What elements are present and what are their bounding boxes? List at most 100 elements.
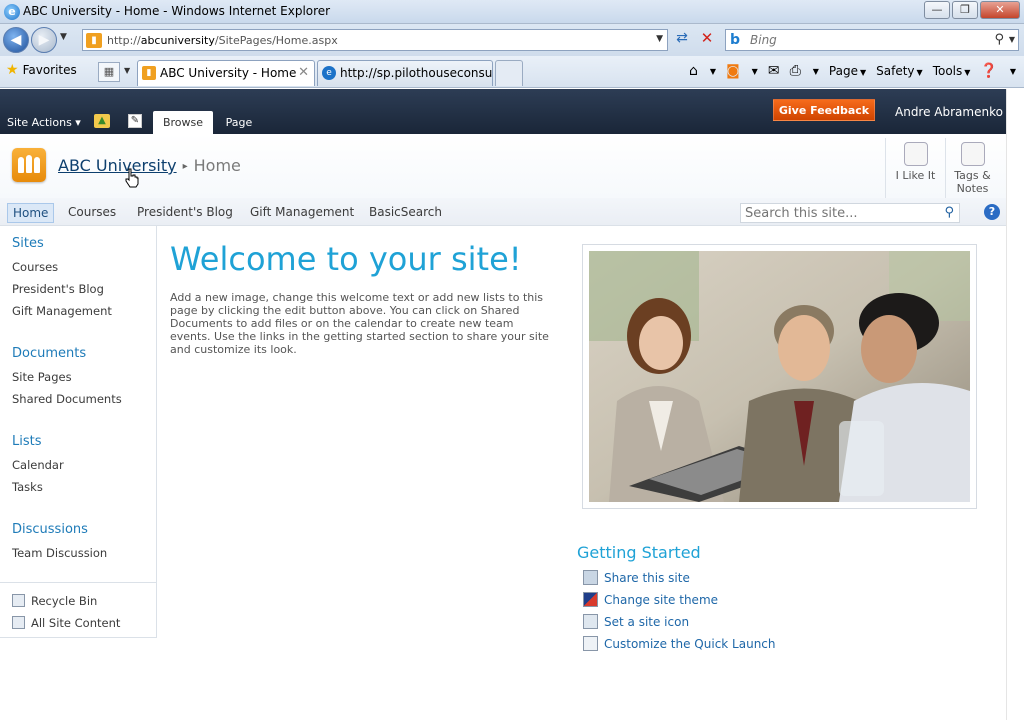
help-icon[interactable]: ? [984,204,1000,220]
ql-recycle-bin[interactable]: Recycle Bin [12,594,97,608]
sharepoint-ribbon: Site Actions ▾ ▲ ✎ Browse Page Give Feed… [0,89,1024,134]
edit-page-icon[interactable]: ✎ [128,114,142,128]
ql-heading-discussions[interactable]: Discussions [12,522,88,537]
ql-item-shared-documents[interactable]: Shared Documents [12,392,122,406]
gs-set-site-icon[interactable]: Set a site icon [583,614,689,629]
feeds-dropdown-icon[interactable]: ▼ [752,67,758,76]
tab-pilothouse[interactable]: e http://sp.pilothouseconsul... [317,60,493,86]
window-titlebar: e ABC University - Home - Windows Intern… [0,0,1024,24]
forward-button[interactable]: ▶ [31,27,57,53]
compatibility-view-icon[interactable]: ⇄ [672,30,692,50]
ql-item-site-pages[interactable]: Site Pages [12,370,72,384]
ql-item-team-discussion[interactable]: Team Discussion [12,546,107,560]
ql-item-calendar[interactable]: Calendar [12,458,64,472]
search-options-dropdown-icon[interactable]: ▼ [1009,35,1015,44]
ql-all-site-content[interactable]: All Site Content [12,616,120,630]
ql-item-courses[interactable]: Courses [12,260,58,274]
window-title: ABC University - Home - Windows Internet… [23,4,331,18]
site-theme-icon [583,592,598,607]
web-search-input[interactable] [750,33,980,47]
safety-menu[interactable]: Safety ▼ [876,64,923,78]
share-site-icon [583,570,598,585]
star-icon: ★ [6,62,19,78]
address-bar[interactable]: ▮ http://abcuniversity/SitePages/Home.as… [82,29,668,51]
ql-item-gift-management[interactable]: Gift Management [12,304,112,318]
web-search-box[interactable]: b ⚲ ▼ [725,29,1019,51]
ql-divider [0,582,157,583]
feeds-icon[interactable]: ◙ [726,63,740,79]
address-dropdown-icon[interactable]: ▼ [656,34,663,44]
ql-item-presidents-blog[interactable]: President's Blog [12,282,104,296]
i-like-it-button[interactable]: I Like It [885,138,945,198]
ql-heading-sites[interactable]: Sites [12,236,44,251]
stop-icon[interactable]: ✕ [697,29,717,49]
print-dropdown-icon[interactable]: ▼ [813,67,819,76]
ql-heading-documents[interactable]: Documents [12,346,86,361]
help-dropdown-icon[interactable]: ▼ [1010,67,1016,76]
home-dropdown-icon[interactable]: ▼ [710,67,716,76]
site-search-box[interactable]: ⚲ [740,203,960,223]
new-tab-button[interactable] [495,60,523,86]
tags-notes-icon [960,142,985,166]
ql-item-tasks[interactable]: Tasks [12,480,43,494]
tab-abc-university-home[interactable]: ▮ ABC University - Home ✕ [137,60,315,86]
welcome-image [582,244,977,509]
back-button[interactable]: ◀ [3,27,29,53]
page-scrollbar[interactable] [1006,89,1024,720]
topnav-presidents-blog[interactable]: President's Blog [132,203,238,223]
quick-tabs-icon[interactable]: ▦ [98,62,120,82]
address-toolbar: ◀ ▶ ▼ ▮ http://abcuniversity/SitePages/H… [0,24,1024,56]
page-menu[interactable]: Page ▼ [829,64,866,78]
tab-page[interactable]: Page [220,111,258,134]
tag-like-icon [903,142,928,166]
page-title: Home [193,156,241,175]
user-menu[interactable]: Andre Abramenko ▾ [895,105,1013,119]
command-bar: ⌂ ▼ ◙ ▼ ✉ ⎙ ▼ Page ▼ Safety ▼ Tools ▼ ❓ ▼ [689,63,1016,79]
gs-share-site[interactable]: Share this site [583,570,690,585]
site-search-input[interactable] [745,206,935,221]
team-photo-image [589,251,970,502]
bing-logo-icon: b [730,32,741,48]
tab-browse[interactable]: Browse [153,111,213,134]
tags-notes-button[interactable]: Tags & Notes [945,138,999,198]
url-text[interactable]: http://abcuniversity/SitePages/Home.aspx [107,34,338,47]
site-favicon-icon: ▮ [86,33,102,48]
print-icon[interactable]: ⎙ [790,63,801,79]
ql-heading-lists[interactable]: Lists [12,434,42,449]
minimize-button[interactable]: — [924,1,950,19]
breadcrumb-site-link[interactable]: ABC University [58,156,177,175]
topnav-home[interactable]: Home [7,203,55,223]
ie-page-icon: e [322,66,336,80]
home-icon[interactable]: ⌂ [689,63,698,79]
favorites-tabs-bar: ★ Favorites ▦ ▼ ▮ ABC University - Home ✕… [0,56,1024,88]
quick-launch: Sites Courses President's Blog Gift Mana… [0,226,157,638]
close-tab-icon[interactable]: ✕ [298,61,309,85]
recycle-bin-icon [12,594,25,607]
navigate-up-icon[interactable]: ▲ [94,114,110,128]
restore-button[interactable]: ❐ [952,1,978,19]
mail-icon[interactable]: ✉ [768,63,780,79]
site-logo-icon[interactable] [12,148,46,182]
topnav-courses[interactable]: Courses [63,203,121,223]
internet-explorer-icon: e [4,4,20,20]
help-menu-icon[interactable]: ❓ [980,63,997,79]
search-icon[interactable]: ⚲ [944,205,954,220]
topnav-basicsearch[interactable]: BasicSearch [364,203,447,223]
give-feedback-button[interactable]: Give Feedback [773,99,875,121]
site-actions-menu[interactable]: Site Actions ▾ [7,116,81,129]
gs-change-theme[interactable]: Change site theme [583,592,718,607]
search-icon[interactable]: ⚲ [994,32,1004,47]
tools-menu[interactable]: Tools ▼ [933,64,971,78]
welcome-heading: Welcome to your site! [170,240,522,278]
welcome-text: Add a new image, change this welcome tex… [170,291,549,356]
topnav-gift-management[interactable]: Gift Management [245,203,359,223]
favorites-button[interactable]: ★ Favorites [6,62,77,78]
recent-pages-dropdown-icon[interactable]: ▼ [60,32,67,42]
tab-list-dropdown-icon[interactable]: ▼ [124,66,130,75]
quick-launch-list-icon [583,636,598,651]
close-window-button[interactable]: ✕ [980,1,1020,19]
site-title-area: ABC University ▸ Home [0,134,1024,198]
breadcrumb-separator-icon: ▸ [182,161,188,172]
hand-pointer-cursor-icon [125,168,139,188]
gs-customize-quick-launch[interactable]: Customize the Quick Launch [583,636,776,651]
